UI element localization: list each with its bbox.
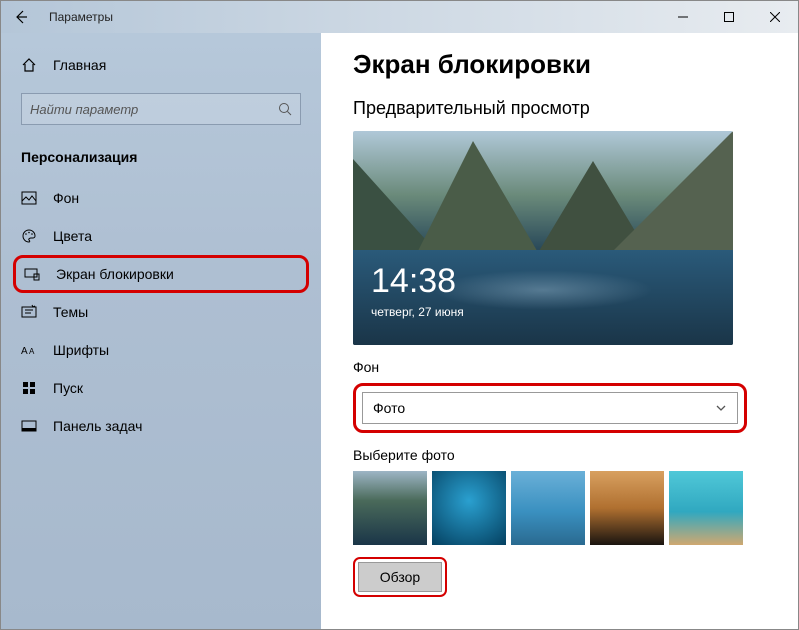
home-icon: [21, 57, 37, 73]
thumbnail-3[interactable]: [511, 471, 585, 545]
sidebar-item-taskbar[interactable]: Панель задач: [1, 407, 321, 445]
arrow-left-icon: [13, 9, 29, 25]
sidebar: Главная Персонализация Фон Цвета Экран б…: [1, 33, 321, 629]
sidebar-item-label: Пуск: [53, 380, 83, 396]
sidebar-item-label: Панель задач: [53, 418, 142, 434]
sidebar-item-background[interactable]: Фон: [1, 179, 321, 217]
choose-photo-label: Выберите фото: [353, 447, 766, 463]
home-button[interactable]: Главная: [1, 47, 321, 83]
thumbnail-4[interactable]: [590, 471, 664, 545]
thumbnail-2[interactable]: [432, 471, 506, 545]
annotation-highlight-browse: Обзор: [353, 557, 447, 597]
browse-button[interactable]: Обзор: [358, 562, 442, 592]
thumbnail-5[interactable]: [669, 471, 743, 545]
titlebar: Параметры: [1, 1, 798, 33]
photo-thumbnails: [353, 471, 766, 545]
dropdown-value: Фото: [373, 400, 405, 416]
sidebar-item-label: Фон: [53, 190, 79, 206]
annotation-highlight-dropdown: Фото: [353, 383, 747, 433]
close-icon: [770, 12, 780, 22]
maximize-button[interactable]: [706, 1, 752, 33]
minimize-icon: [678, 12, 688, 22]
window-controls: [660, 1, 798, 33]
home-label: Главная: [53, 57, 106, 73]
close-button[interactable]: [752, 1, 798, 33]
svg-text:A: A: [21, 346, 28, 357]
main-panel: Экран блокировки Предварительный просмот…: [321, 33, 798, 629]
sidebar-item-start[interactable]: Пуск: [1, 369, 321, 407]
search-icon: [278, 102, 292, 116]
category-label: Персонализация: [1, 139, 321, 179]
maximize-icon: [724, 12, 734, 22]
minimize-button[interactable]: [660, 1, 706, 33]
lockscreen-preview: 14:38 четверг, 27 июня: [353, 131, 733, 345]
sidebar-item-fonts[interactable]: AA Шрифты: [1, 331, 321, 369]
background-label: Фон: [353, 359, 766, 375]
background-dropdown[interactable]: Фото: [362, 392, 738, 424]
themes-icon: [21, 304, 37, 320]
annotation-highlight-lockscreen: Экран блокировки: [13, 255, 309, 293]
back-button[interactable]: [1, 9, 41, 25]
chevron-down-icon: [715, 402, 727, 414]
start-icon: [21, 380, 37, 396]
sidebar-item-label: Шрифты: [53, 342, 109, 358]
thumbnail-1[interactable]: [353, 471, 427, 545]
svg-text:A: A: [29, 347, 35, 356]
palette-icon: [21, 228, 37, 244]
search-input[interactable]: [30, 102, 278, 117]
page-heading: Экран блокировки: [353, 49, 766, 80]
sidebar-item-label: Экран блокировки: [56, 266, 174, 282]
preview-heading: Предварительный просмотр: [353, 98, 766, 119]
picture-icon: [21, 190, 37, 206]
window-title: Параметры: [49, 10, 113, 24]
sidebar-item-themes[interactable]: Темы: [1, 293, 321, 331]
preview-time: 14:38: [371, 262, 456, 301]
lockscreen-icon: [24, 266, 40, 282]
preview-date: четверг, 27 июня: [371, 305, 464, 319]
sidebar-item-lockscreen[interactable]: Экран блокировки: [24, 266, 298, 282]
sidebar-item-colors[interactable]: Цвета: [1, 217, 321, 255]
window-body: Главная Персонализация Фон Цвета Экран б…: [1, 33, 798, 629]
taskbar-icon: [21, 418, 37, 434]
settings-window: Параметры Главная Персонализация Фон: [0, 0, 799, 630]
sidebar-item-label: Темы: [53, 304, 88, 320]
search-box[interactable]: [21, 93, 301, 125]
sidebar-item-label: Цвета: [53, 228, 92, 244]
fonts-icon: AA: [21, 342, 37, 358]
